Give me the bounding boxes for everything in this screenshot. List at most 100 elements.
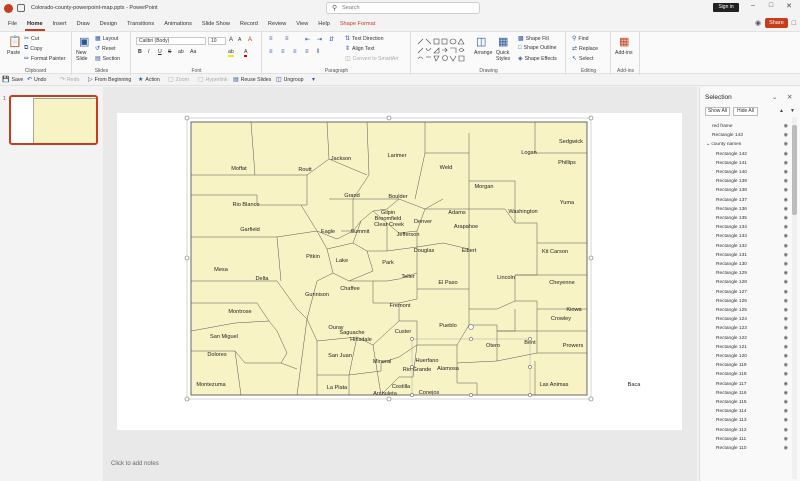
visibility-eye-icon[interactable]: ◉ <box>784 416 788 425</box>
selection-scroll-thumb[interactable] <box>792 125 797 215</box>
section-button[interactable]: ▤ Section <box>95 55 120 63</box>
selection-item[interactable]: ⌄ county names ◉ <box>700 140 792 149</box>
maximize-icon[interactable]: □ <box>766 2 776 9</box>
selection-item[interactable]: Rectangle 114 ◉ <box>700 407 792 416</box>
visibility-eye-icon[interactable]: ◉ <box>784 214 788 223</box>
bring-forward-icon[interactable]: ▲ <box>777 107 786 116</box>
tab-draw[interactable]: Draw <box>75 17 92 31</box>
selection-item[interactable]: Rectangle 110 ◉ <box>700 444 792 453</box>
tab-transitions[interactable]: Transitions <box>125 17 156 31</box>
align-right-icon[interactable]: ≡ <box>293 49 297 55</box>
change-case-button[interactable]: Aa <box>190 49 196 55</box>
pane-close-icon[interactable]: ✕ <box>787 93 792 101</box>
signin-button[interactable]: Sign in <box>713 3 739 12</box>
font-color-button[interactable]: A <box>244 49 248 57</box>
visibility-eye-icon[interactable]: ◉ <box>784 269 788 278</box>
visibility-eye-icon[interactable]: ◉ <box>784 260 788 269</box>
selection-item[interactable]: Rectangle 115 ◉ <box>700 398 792 407</box>
tab-shape-format[interactable]: Shape Format <box>338 17 377 31</box>
bold-button[interactable]: B <box>138 49 142 55</box>
selection-item[interactable]: Rectangle 121 ◉ <box>700 343 792 352</box>
visibility-eye-icon[interactable]: ◉ <box>784 343 788 352</box>
selection-item[interactable]: Rectangle 111 ◉ <box>700 435 792 444</box>
numbering-icon[interactable]: ≡ <box>285 36 289 42</box>
visibility-eye-icon[interactable]: ◉ <box>784 251 788 260</box>
new-slide-button[interactable]: New Slide <box>76 50 94 62</box>
visibility-eye-icon[interactable]: ◉ <box>784 196 788 205</box>
visibility-eye-icon[interactable]: ◉ <box>784 242 788 251</box>
search-input[interactable]: ⚲ Search <box>326 2 480 14</box>
selection-item[interactable]: Rectangle 142 ◉ <box>700 150 792 159</box>
replace-button[interactable]: ⇄ Replace <box>572 45 598 53</box>
selection-item[interactable]: red frame ◉ <box>700 122 792 131</box>
find-button[interactable]: ⚲ Find <box>572 35 589 43</box>
minimize-icon[interactable]: – <box>748 2 758 9</box>
addins-button[interactable]: Add-ins <box>615 50 633 56</box>
underline-button[interactable]: U <box>158 49 162 55</box>
layout-button[interactable]: ▦ Layout <box>95 35 118 43</box>
close-icon[interactable]: ✕ <box>784 2 794 10</box>
align-center-icon[interactable]: ≡ <box>281 49 285 55</box>
tab-file[interactable]: File <box>6 17 19 31</box>
notes-placeholder[interactable]: Click to add notes <box>111 461 159 467</box>
selection-item[interactable]: Rectangle 125 ◉ <box>700 306 792 315</box>
visibility-eye-icon[interactable]: ◉ <box>784 122 788 131</box>
line-spacing-icon[interactable]: ⇵ <box>329 36 334 43</box>
comments-icon[interactable]: □ <box>792 20 796 27</box>
selection-item[interactable]: Rectangle 138 ◉ <box>700 186 792 195</box>
selection-item[interactable]: Rectangle 136 ◉ <box>700 205 792 214</box>
customize-qat-icon[interactable]: ▾ <box>312 76 315 83</box>
visibility-eye-icon[interactable]: ◉ <box>784 444 788 453</box>
tab-record[interactable]: Record <box>238 17 260 31</box>
selection-item[interactable]: Rectangle 130 ◉ <box>700 260 792 269</box>
record-icon[interactable]: ◉ <box>755 19 761 27</box>
columns-icon[interactable]: ‖ <box>317 49 319 55</box>
visibility-eye-icon[interactable]: ◉ <box>784 186 788 195</box>
visibility-eye-icon[interactable]: ◉ <box>784 398 788 407</box>
share-button[interactable]: Share <box>765 18 788 28</box>
highlight-button[interactable]: ab <box>228 49 234 57</box>
italic-button[interactable]: I <box>148 49 149 55</box>
grow-font-button[interactable]: A <box>229 37 233 43</box>
visibility-eye-icon[interactable]: ◉ <box>784 361 788 370</box>
tab-insert[interactable]: Insert <box>51 17 69 31</box>
visibility-eye-icon[interactable]: ◉ <box>784 232 788 241</box>
bullets-icon[interactable]: ≡ <box>269 36 273 42</box>
visibility-eye-icon[interactable]: ◉ <box>784 380 788 389</box>
selection-item[interactable]: Rectangle 124 ◉ <box>700 315 792 324</box>
send-backward-icon[interactable]: ▼ <box>788 107 797 116</box>
undo-button[interactable]: ↶ Undo <box>27 76 46 84</box>
justify-icon[interactable]: ≡ <box>305 49 309 55</box>
visibility-eye-icon[interactable]: ◉ <box>784 223 788 232</box>
tab-animations[interactable]: Animations <box>162 17 194 31</box>
selection-item[interactable]: Rectangle 122 ◉ <box>700 334 792 343</box>
selection-item[interactable]: Rectangle 135 ◉ <box>700 214 792 223</box>
visibility-eye-icon[interactable]: ◉ <box>784 334 788 343</box>
selection-item[interactable]: Rectangle 143 ◉ <box>700 131 792 140</box>
align-left-icon[interactable]: ≡ <box>269 49 273 55</box>
convert-smartart-button[interactable]: ◫ Convert to SmartArt <box>345 55 399 63</box>
addins-icon[interactable]: ▦ <box>619 35 629 48</box>
selection-item[interactable]: Rectangle 137 ◉ <box>700 196 792 205</box>
hide-all-button[interactable]: Hide All <box>733 107 758 116</box>
paste-icon[interactable]: 📋 <box>8 35 22 48</box>
tab-slide-show[interactable]: Slide Show <box>200 17 232 31</box>
quick-styles-button[interactable]: Quick Styles <box>496 50 514 62</box>
selection-item[interactable]: Rectangle 127 ◉ <box>700 288 792 297</box>
visibility-eye-icon[interactable]: ◉ <box>784 306 788 315</box>
selection-item[interactable]: Rectangle 123 ◉ <box>700 324 792 333</box>
visibility-eye-icon[interactable]: ◉ <box>784 370 788 379</box>
shape-effects-button[interactable]: ◈ Shape Effects <box>518 55 557 63</box>
selection-item[interactable]: Rectangle 116 ◉ <box>700 389 792 398</box>
selection-item[interactable]: Rectangle 134 ◉ <box>700 223 792 232</box>
arrange-button[interactable]: Arrange <box>474 50 492 56</box>
tab-review[interactable]: Review <box>266 17 288 31</box>
select-button[interactable]: ↖ Select <box>572 55 593 63</box>
selection-item[interactable]: Rectangle 118 ◉ <box>700 370 792 379</box>
format-painter-button[interactable]: ✏ Format Painter <box>24 55 65 63</box>
font-name-select[interactable]: Calibri (Body) <box>136 37 206 45</box>
tab-design[interactable]: Design <box>98 17 119 31</box>
selection-item[interactable]: Rectangle 131 ◉ <box>700 251 792 260</box>
selection-item[interactable]: Rectangle 126 ◉ <box>700 297 792 306</box>
visibility-eye-icon[interactable]: ◉ <box>784 150 788 159</box>
